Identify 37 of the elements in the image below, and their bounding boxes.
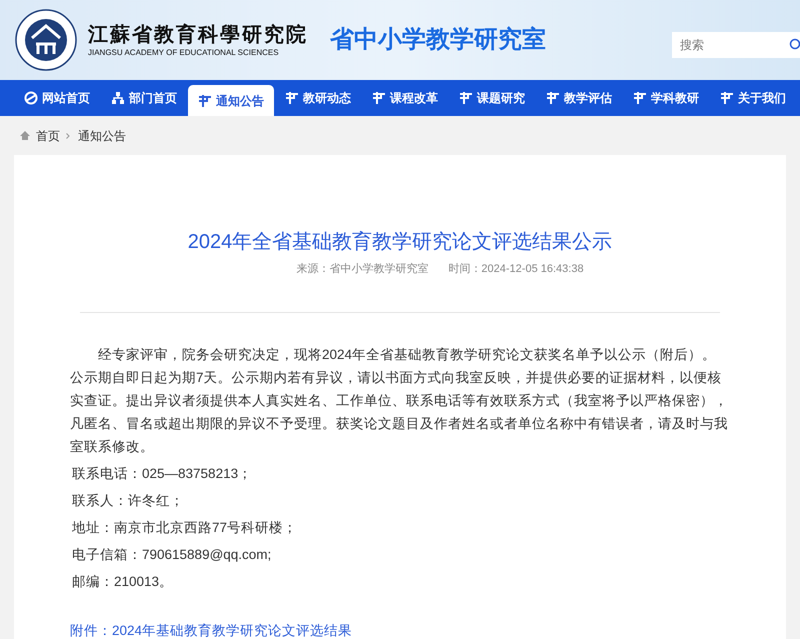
pillar-icon <box>198 94 212 108</box>
hierarchy-icon <box>111 91 125 105</box>
nav-tab[interactable]: 教研动态 <box>275 80 361 116</box>
nav-tab[interactable]: 部门首页 <box>101 80 187 116</box>
contact-line: 联系电话：025—83758213； <box>71 464 254 482</box>
chevron-icon <box>66 132 70 138</box>
pillar-icon <box>459 91 473 105</box>
organization-name: 江蘇省教育科學研究院 <box>88 21 308 47</box>
nav-tab[interactable]: 网站首页 <box>14 80 100 116</box>
pillar-icon <box>720 91 734 105</box>
attachment-link[interactable]: 附件：2024年基础教育教学研究论文评选结果 <box>70 622 352 638</box>
contact-line: 地址：南京市北京西路77号科研楼； <box>71 518 298 536</box>
pillar-icon <box>372 91 386 105</box>
home-icon <box>20 131 30 140</box>
nav-tab[interactable]: 关于我们 <box>710 80 796 116</box>
nav-tab[interactable]: 课程改革 <box>362 80 448 116</box>
pillar-icon <box>285 91 299 105</box>
search-field[interactable]: 搜索 <box>672 32 800 58</box>
site-title: 省中小学教学研究室 <box>330 25 546 55</box>
article-source: 来源：省中小学教学研究室 <box>296 262 428 277</box>
nav-tab[interactable]: 教学评估 <box>536 80 622 116</box>
breadcrumb-link[interactable]: 通知公告 <box>78 126 126 144</box>
contact-line: 电子信箱：790615889@qq.com; <box>71 546 272 564</box>
article-title: 2024年全省基础教育教学研究论文评选结果公示 <box>188 230 612 255</box>
article-time: 时间：2024-12-05 16:43:38 <box>448 262 584 277</box>
organization-name-english: JIANGSU ACADEMY OF EDUCATIONAL SCIENCES <box>88 47 280 59</box>
breadcrumb-link[interactable]: 首页 <box>36 126 60 144</box>
emblem-icon <box>14 8 78 72</box>
pillar-icon <box>633 91 647 105</box>
pillar-icon <box>546 91 560 105</box>
contact-line: 联系人：许冬红； <box>71 492 185 510</box>
search-icon <box>788 38 800 52</box>
contact-line: 邮编：210013。 <box>71 572 174 590</box>
nav-tab[interactable]: 通知公告 <box>188 85 274 116</box>
article-paragraph: 经专家评审，院务会研究决定，现将2024年全省基础教育教学研究论文获奖名单予以公示（附后）。公示期自即日起为期7天。公示期内若有异议，请以书面方式向我室反映，并提供必要的证据材料，以便核实查证。提出异议者须提供本人真实姓名、工作单位、联系电话等有效联系方式（我室将予以严格保密），凡匿名、冒名或超出期限的异议不予受理。获奖论文题目及作者姓名或者单位名称中有错误者，请及时与我室联系修改。 <box>70 346 729 456</box>
nav-tab[interactable]: 课题研究 <box>449 80 535 116</box>
nav-tab[interactable]: 学科教研 <box>623 80 709 116</box>
